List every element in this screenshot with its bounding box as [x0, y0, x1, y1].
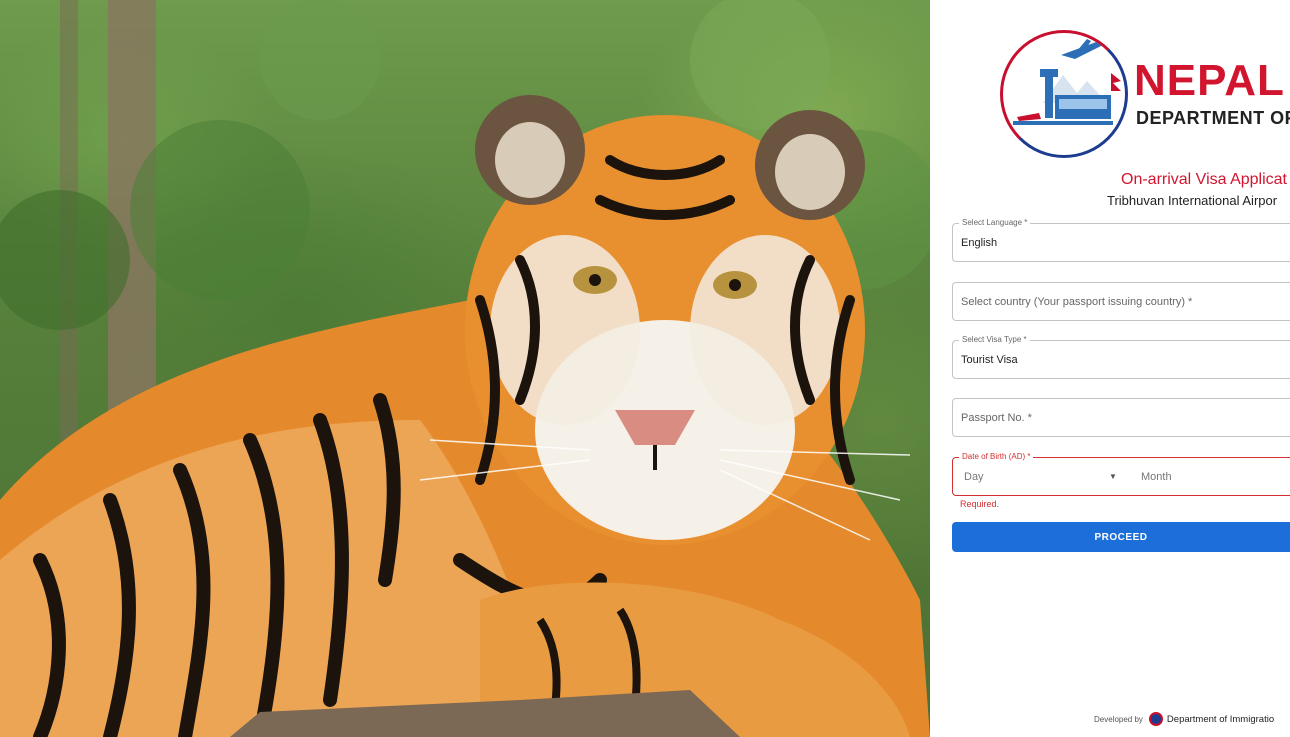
nepal-emblem-icon — [1148, 712, 1163, 726]
visa-type-label: Select Visa Type * — [959, 335, 1030, 344]
passport-placeholder: Passport No. * — [961, 412, 1032, 424]
airport-logo — [1000, 30, 1128, 158]
country-select[interactable]: Select country (Your passport issuing co… — [952, 282, 1290, 321]
visa-type-select[interactable]: Select Visa Type * Tourist Visa — [952, 335, 1290, 379]
form-subtitle: Tribhuvan International Airpor — [1107, 193, 1278, 208]
visa-form-panel: NEPAL DEPARTMENT OF On-arrival Visa Appl… — [930, 0, 1290, 737]
brand-subtitle: DEPARTMENT OF — [1136, 108, 1290, 128]
language-select[interactable]: Select Language * English — [952, 218, 1290, 262]
airport-logo-icon — [1013, 39, 1121, 125]
language-label: Select Language * — [959, 218, 1031, 227]
dob-month-select[interactable]: Month ▼ — [1141, 458, 1290, 495]
brand-title: NEPAL — [1134, 56, 1285, 105]
department-name: Department of Immigratio — [1166, 713, 1275, 725]
proceed-button[interactable]: PROCEED — [952, 522, 1290, 552]
passport-input[interactable]: Passport No. * — [952, 398, 1290, 437]
country-placeholder: Select country (Your passport issuing co… — [961, 296, 1193, 308]
dob-group: Date of Birth (AD) * Day ▼ Month ▼ — [952, 452, 1290, 496]
dob-error-message: Required. — [960, 499, 1000, 509]
footer: Developed by Department of Immigratio — [1094, 712, 1274, 726]
dob-month-placeholder: Month — [1141, 470, 1172, 483]
dob-day-select[interactable]: Day ▼ — [964, 458, 1124, 495]
chevron-down-icon: ▼ — [1109, 472, 1117, 481]
dob-day-placeholder: Day — [964, 470, 984, 483]
hero-image — [0, 0, 930, 737]
language-value: English — [961, 237, 998, 249]
tiger-illustration — [0, 0, 930, 737]
form-title: On-arrival Visa Applicat — [1121, 171, 1287, 188]
visa-type-value: Tourist Visa — [961, 354, 1018, 366]
developed-by-label: Developed by — [1094, 714, 1143, 724]
